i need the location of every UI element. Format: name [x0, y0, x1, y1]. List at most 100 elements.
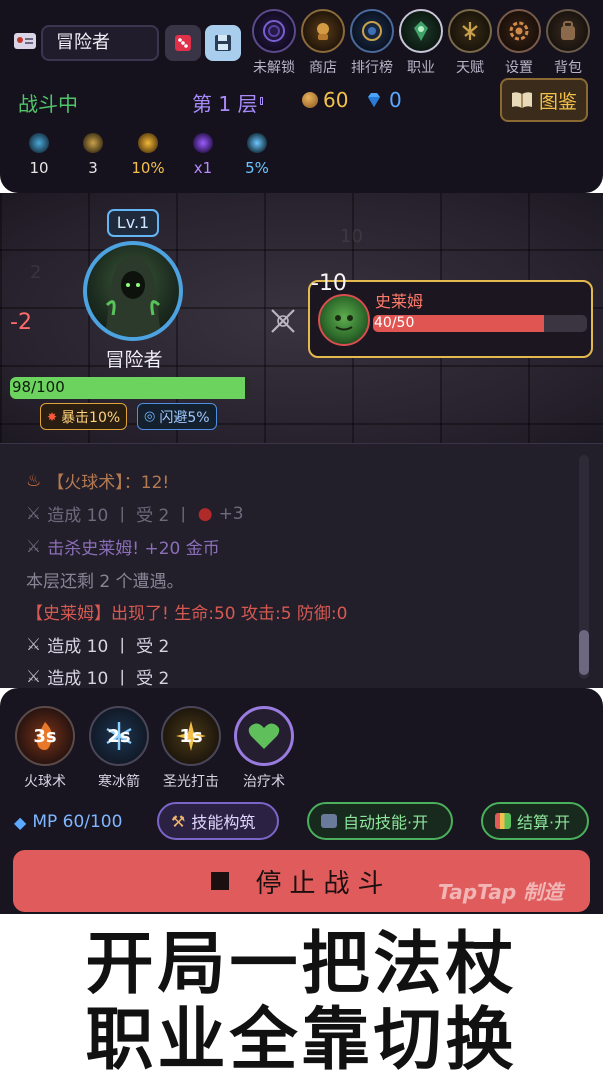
nav-label: 排行榜	[351, 60, 393, 76]
dodge-icon	[247, 133, 267, 153]
backpack-icon	[546, 9, 590, 53]
skill-heal[interactable]: 治疗术	[233, 706, 295, 791]
random-name-button[interactable]	[165, 25, 201, 61]
buff-label: 暴击10%	[61, 409, 121, 426]
nav-label: 背包	[554, 60, 582, 76]
skill-label: 圣光打击	[163, 774, 219, 790]
combat-log[interactable]: ♨ 【火球术】：12! ⚔ 造成 10 丨 受 2 丨 ● +3 ⚔ 击杀史莱姆…	[0, 443, 603, 688]
nav-item-settings[interactable]: 设置	[496, 9, 542, 77]
log-text: 造成 10 丨 受 2	[47, 637, 170, 657]
stat-value: 5%	[245, 159, 269, 177]
buff-crit: ✸ 暴击10%	[40, 403, 128, 430]
stat-value: 3	[88, 159, 98, 177]
hero-hp-text: 98/100	[12, 378, 65, 396]
skill-label: 火球术	[24, 774, 66, 790]
stat-attack: 10	[19, 133, 59, 177]
nav-item-talent[interactable]: 天赋	[447, 9, 493, 77]
heal-heart-icon	[234, 706, 294, 766]
hero-level-badge: Lv.1	[107, 209, 159, 237]
log-text: 造成 10 丨 受 2 丨	[47, 506, 192, 526]
stat-value: 10	[29, 159, 49, 177]
skill-build-button[interactable]: ⚒ 技能构筑	[157, 802, 279, 840]
log-line: ⚔ 造成 10 丨 受 2	[26, 664, 170, 689]
settlement-toggle[interactable]: 结算·开	[481, 802, 589, 840]
faded-damage-number: 2	[30, 262, 42, 283]
buff-dodge: ◎ 闪避5%	[137, 403, 217, 430]
fireball-icon: 3s	[15, 706, 75, 766]
nav-item-leaderboard[interactable]: 排行榜	[349, 9, 395, 77]
hero-damage-number: -2	[10, 310, 32, 335]
top-hud: 冒险者 未解锁 商店 排行榜 职业 天赋 设置 背包 战斗中 第 1 层 60 …	[0, 0, 603, 193]
skill-cooldown: 3s	[33, 725, 57, 747]
log-scroll-thumb[interactable]	[579, 630, 589, 675]
nav-item-locked[interactable]: 未解锁	[251, 9, 297, 77]
log-text: 【火球术】：12!	[47, 473, 170, 493]
robot-icon	[321, 814, 337, 828]
nav-label: 未解锁	[253, 60, 295, 76]
bar-chart-icon	[495, 813, 511, 829]
codex-button[interactable]: 图鉴	[500, 78, 588, 122]
shop-icon	[301, 9, 345, 53]
enemy-hp-text: 40/50	[374, 315, 415, 331]
nav-item-shop[interactable]: 商店	[300, 9, 346, 77]
locked-orb-icon	[252, 9, 296, 53]
codex-label: 图鉴	[538, 90, 577, 113]
tools-icon: ⚒	[171, 811, 186, 831]
floppy-disk-icon	[215, 35, 231, 51]
caption-line: 开局一把法杖	[85, 925, 518, 1004]
crit-spark-icon: ✸	[47, 409, 58, 424]
dodge-swirl-icon: ◎	[144, 409, 156, 424]
log-text: 本层还剩 2 个遭遇。	[26, 572, 184, 592]
log-line: ♨ 【火球术】：12!	[26, 468, 170, 494]
stat-value: 10%	[131, 159, 165, 177]
log-line: ⚔ 击杀史莱姆! +20 金币	[26, 534, 220, 560]
nav-label: 天赋	[456, 60, 484, 76]
skill-build-label: 技能构筑	[191, 813, 256, 832]
hero-hp-bar: 98/100	[10, 377, 250, 399]
buff-label: 闪避5%	[159, 409, 210, 426]
stat-dodge: 5%	[237, 133, 277, 177]
blood-drop-icon: ●	[197, 503, 213, 524]
nav-item-backpack[interactable]: 背包	[545, 9, 591, 77]
auto-skill-label: 自动技能·开	[343, 813, 429, 832]
hero-avatar[interactable]	[83, 241, 183, 341]
log-text: 击杀史莱姆! +20 金币	[47, 539, 220, 559]
skill-label: 寒冰箭	[98, 774, 140, 790]
log-text: 【史莱姆】出现了! 生命:50 攻击:5 防御:0	[26, 604, 348, 624]
slime-avatar	[318, 294, 370, 346]
gold-coin-icon	[302, 92, 318, 108]
dice-icon	[175, 35, 191, 51]
settings-icon	[497, 9, 541, 53]
log-line: ⚔ 造成 10 丨 受 2	[26, 632, 170, 658]
mana-text: MP 60/100	[32, 812, 123, 832]
diamond-icon	[368, 93, 380, 107]
log-text: 造成 10 丨 受 2	[47, 669, 170, 688]
nav-label: 设置	[505, 60, 533, 76]
stop-battle-label: 停止战斗	[255, 868, 392, 899]
gold-count: 60	[323, 88, 349, 112]
floor-indicator: 第 1 层	[192, 92, 258, 116]
log-line: 本层还剩 2 个遭遇。	[26, 567, 184, 592]
nav-label: 职业	[407, 60, 435, 76]
nav-item-class[interactable]: 职业	[398, 9, 444, 77]
open-book-icon	[511, 92, 532, 108]
crit-icon	[138, 133, 158, 153]
floor-marker-icon	[260, 97, 263, 105]
skill-label: 治疗术	[243, 774, 285, 790]
defense-icon	[83, 133, 103, 153]
player-name-field[interactable]: 冒险者	[41, 25, 159, 61]
skill-frost-arrow[interactable]: 2s 寒冰箭	[88, 706, 150, 791]
id-card-icon	[14, 33, 36, 49]
save-button[interactable]	[205, 25, 241, 61]
attack-icon	[29, 133, 49, 153]
skill-cooldown: 1s	[179, 725, 203, 747]
log-line: ⚔ 造成 10 丨 受 2 丨 ● +3	[26, 501, 244, 527]
nav-label: 商店	[309, 60, 337, 76]
skill-holy-strike[interactable]: 1s 圣光打击	[160, 706, 222, 791]
swords-icon: ⚔	[26, 503, 42, 524]
skill-fireball[interactable]: 3s 火球术	[14, 706, 76, 791]
slime-icon	[335, 315, 353, 331]
enemy-name: 史莱姆	[375, 292, 424, 311]
auto-skill-toggle[interactable]: 自动技能·开	[307, 802, 453, 840]
log-line: 【史莱姆】出现了! 生命:50 攻击:5 防御:0	[26, 599, 347, 624]
